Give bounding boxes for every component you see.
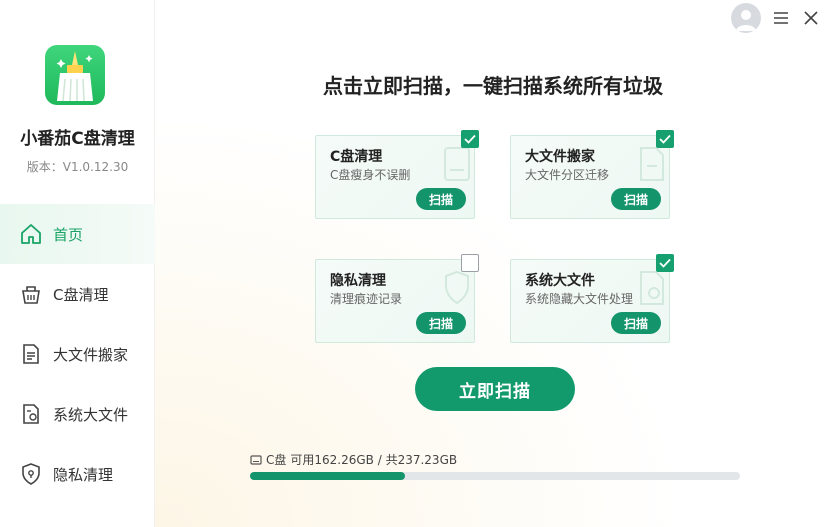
sidebar: 小番茄C盘清理 版本：V1.0.12.30 首页 C盘清理 大文件搬家 系统大文… [0, 0, 155, 527]
scan-card-system-large-files[interactable]: 系统大文件 系统隐藏大文件处理 扫描 [510, 254, 674, 343]
menu-icon[interactable] [771, 8, 791, 28]
scan-card-c-drive-clean[interactable]: C盘清理 C盘瘦身不误删 扫描 [315, 130, 479, 219]
scan-button[interactable]: 扫描 [416, 188, 466, 210]
disk-info: C盘 可用162.26GB / 共237.23GB [250, 451, 457, 468]
main-panel: 点击立即扫描，一键扫描系统所有垃圾 C盘清理 C盘瘦身不误删 扫描 大文件搬家 … [155, 0, 831, 527]
window-controls [731, 0, 831, 36]
check-icon [659, 134, 671, 144]
disk-usage-fill [250, 472, 405, 480]
card-title: 大文件搬家 [525, 149, 595, 165]
card-desc: C盘瘦身不误删 [330, 168, 411, 182]
disk-icon [250, 454, 262, 465]
sidebar-item-label: 大文件搬家 [53, 345, 129, 364]
card-title: 系统大文件 [525, 273, 595, 289]
sidebar-item-label: 系统大文件 [53, 405, 129, 424]
card-checkbox[interactable] [461, 254, 479, 272]
card-desc: 清理痕迹记录 [330, 292, 403, 306]
system-file-icon [18, 401, 44, 427]
user-avatar-icon[interactable] [731, 3, 761, 33]
app-logo-broom-icon [45, 45, 105, 105]
basket-icon [18, 281, 44, 307]
sidebar-item-large-file-move[interactable]: 大文件搬家 [0, 324, 155, 384]
sidebar-item-c-drive-clean[interactable]: C盘清理 [0, 264, 155, 324]
scan-button[interactable]: 扫描 [611, 188, 661, 210]
check-icon [464, 134, 476, 144]
scan-now-button[interactable]: 立即扫描 [415, 367, 575, 411]
disk-label: C盘 [266, 453, 287, 467]
app-name: 小番茄C盘清理 [20, 129, 135, 149]
card-title: 隐私清理 [330, 273, 386, 289]
home-icon [18, 221, 44, 247]
scan-card-large-file-move[interactable]: 大文件搬家 大文件分区迁移 扫描 [510, 130, 674, 219]
card-checkbox[interactable] [461, 130, 479, 148]
card-checkbox[interactable] [656, 130, 674, 148]
check-icon [659, 258, 671, 268]
app-window: 小番茄C盘清理 版本：V1.0.12.30 首页 C盘清理 大文件搬家 系统大文… [0, 0, 831, 527]
disk-usage-bar [250, 472, 740, 480]
sidebar-item-label: C盘清理 [53, 285, 109, 304]
document-move-icon [18, 341, 44, 367]
sidebar-item-label: 隐私清理 [53, 465, 114, 484]
sidebar-item-home[interactable]: 首页 [0, 204, 155, 264]
app-version: 版本：V1.0.12.30 [26, 160, 129, 174]
close-icon[interactable] [801, 8, 821, 28]
page-headline: 点击立即扫描，一键扫描系统所有垃圾 [323, 74, 663, 98]
scan-button[interactable]: 扫描 [611, 312, 661, 334]
shield-watermark-icon [445, 270, 469, 305]
hard-drive-icon [444, 147, 470, 181]
sidebar-item-privacy-clean[interactable]: 隐私清理 [0, 444, 155, 504]
card-desc: 系统隐藏大文件处理 [525, 292, 634, 306]
shield-icon [18, 461, 44, 487]
card-title: C盘清理 [330, 149, 383, 165]
card-desc: 大文件分区迁移 [525, 168, 610, 182]
scan-card-privacy-clean[interactable]: 隐私清理 清理痕迹记录 扫描 [315, 254, 479, 343]
sidebar-item-system-large-files[interactable]: 系统大文件 [0, 384, 155, 444]
sidebar-item-label: 首页 [53, 225, 84, 244]
disk-usage-text: 可用162.26GB / 共237.23GB [290, 453, 458, 467]
scan-button[interactable]: 扫描 [416, 312, 466, 334]
system-file-watermark-icon [640, 271, 664, 305]
folder-file-icon [640, 147, 664, 181]
card-checkbox[interactable] [656, 254, 674, 272]
